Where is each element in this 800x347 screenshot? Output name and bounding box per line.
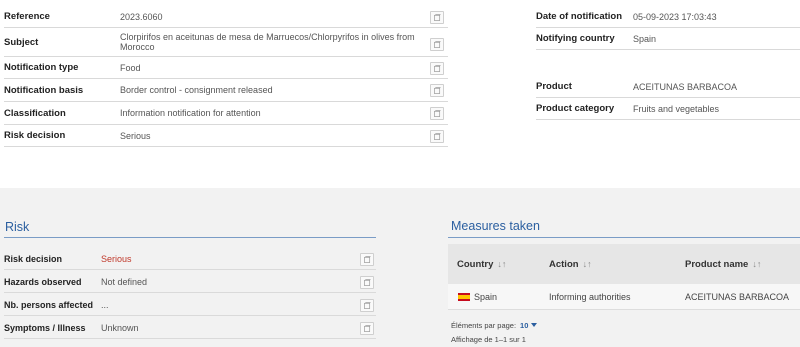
detail-row-product: Product ACEITUNAS BARBACOA xyxy=(536,76,800,98)
copy-icon xyxy=(433,133,441,140)
measures-table-header: Country ↓↑ Action ↓↑ Product name ↓↑ xyxy=(448,244,800,284)
detail-label: Notifying country xyxy=(536,33,615,44)
copy-icon xyxy=(433,110,441,117)
detail-label: Risk decision xyxy=(4,130,66,141)
copy-button[interactable] xyxy=(430,107,444,120)
spain-flag-icon xyxy=(458,293,470,301)
column-header-label: Product name xyxy=(685,258,749,270)
copy-button[interactable] xyxy=(360,299,374,312)
detail-value: Food xyxy=(120,62,141,73)
cell-action: Informing authorities xyxy=(549,292,631,302)
sort-icon: ↓↑ xyxy=(752,258,762,269)
detail-value: Spain xyxy=(633,33,657,44)
detail-row-notification-type: Notification type Food xyxy=(4,57,448,79)
column-header-country[interactable]: Country ↓↑ xyxy=(457,259,506,270)
risk-value: Not defined xyxy=(101,276,148,287)
copy-icon xyxy=(363,279,371,286)
detail-row-product-category: Product category Fruits and vegetables xyxy=(536,98,800,120)
copy-icon xyxy=(433,41,441,48)
copy-button[interactable] xyxy=(430,38,444,51)
cell-product: ACEITUNAS BARBACOA xyxy=(685,292,790,302)
table-row[interactable]: Spain Informing authorities ACEITUNAS BA… xyxy=(448,284,800,310)
column-header-label: Action xyxy=(549,258,579,270)
risk-label: Nb. persons affected xyxy=(4,299,94,310)
risk-row-symptoms: Symptoms / Illness Unknown xyxy=(4,317,376,339)
detail-label: Notification type xyxy=(4,62,79,73)
per-page-label: Éléments par page: xyxy=(451,321,517,330)
sort-icon: ↓↑ xyxy=(497,258,507,269)
detail-row-notifying-country: Notifying country Spain xyxy=(536,28,800,50)
risk-value: ... xyxy=(101,299,109,310)
detail-row-classification: Classification Information notification … xyxy=(4,102,448,125)
per-page-value[interactable]: 10 xyxy=(520,321,528,330)
detail-label: Product category xyxy=(536,103,615,114)
copy-button[interactable] xyxy=(360,276,374,289)
copy-icon xyxy=(433,14,441,21)
copy-icon xyxy=(363,325,371,332)
per-page-selector: Éléments par page: 10 xyxy=(451,321,538,330)
copy-button[interactable] xyxy=(360,322,374,335)
copy-button[interactable] xyxy=(430,84,444,97)
detail-label: Subject xyxy=(4,36,39,48)
measures-section-divider xyxy=(448,237,800,238)
detail-value: Border control - consignment released xyxy=(120,85,273,95)
copy-button[interactable] xyxy=(430,62,444,75)
detail-row-date-of-notification: Date of notification 05-09-2023 17:03:43 xyxy=(536,6,800,28)
column-header-label: Country xyxy=(457,258,494,270)
risk-row-persons-affected: Nb. persons affected ... xyxy=(4,294,376,316)
detail-row-risk-decision: Risk decision Serious xyxy=(4,125,448,147)
risk-row-risk-decision: Risk decision Serious xyxy=(4,248,376,270)
detail-value: ACEITUNAS BARBACOA xyxy=(633,81,738,92)
risk-section-title: Risk xyxy=(5,220,30,234)
risk-value: Unknown xyxy=(101,322,139,333)
risk-section-divider xyxy=(4,237,376,238)
risk-label: Symptoms / Illness xyxy=(4,322,86,333)
cell-country: Spain xyxy=(458,292,497,302)
copy-icon xyxy=(433,65,441,72)
column-header-action[interactable]: Action ↓↑ xyxy=(549,259,592,270)
copy-button[interactable] xyxy=(360,253,374,266)
detail-label: Classification xyxy=(4,107,66,119)
detail-label: Product xyxy=(536,81,572,92)
risk-label: Hazards observed xyxy=(4,276,82,287)
copy-icon xyxy=(363,256,371,263)
copy-icon xyxy=(433,87,441,94)
caret-down-icon[interactable] xyxy=(531,323,538,327)
detail-value: Clorpirifos en aceitunas de mesa de Marr… xyxy=(120,32,415,52)
copy-icon xyxy=(363,302,371,309)
detail-label: Notification basis xyxy=(4,84,84,96)
detail-row-notification-basis: Notification basis Border control - cons… xyxy=(4,79,448,102)
risk-value: Serious xyxy=(101,253,132,264)
paging-info: Affichage de 1–1 sur 1 xyxy=(451,335,526,344)
detail-label: Reference xyxy=(4,11,50,22)
detail-value: 05-09-2023 17:03:43 xyxy=(633,11,717,22)
detail-value: 2023.6060 xyxy=(120,11,163,22)
copy-button[interactable] xyxy=(430,130,444,143)
detail-label: Date of notification xyxy=(536,11,623,22)
risk-label: Risk decision xyxy=(4,253,63,264)
risk-row-hazards-observed: Hazards observed Not defined xyxy=(4,271,376,293)
detail-row-subject: Subject Clorpirifos en aceitunas de mesa… xyxy=(4,28,448,57)
notification-details: Reference 2023.6060 Subject Clorpirifos … xyxy=(0,0,800,188)
country-name: Spain xyxy=(474,292,498,302)
copy-button[interactable] xyxy=(430,11,444,24)
column-header-product-name[interactable]: Product name ↓↑ xyxy=(685,259,761,270)
detail-value: Fruits and vegetables xyxy=(633,103,720,114)
sort-icon: ↓↑ xyxy=(582,258,592,269)
detail-value: Information notification for attention xyxy=(120,108,261,118)
detail-row-reference: Reference 2023.6060 xyxy=(4,6,448,28)
detail-value: Serious xyxy=(120,130,151,141)
measures-section-title: Measures taken xyxy=(451,219,540,233)
